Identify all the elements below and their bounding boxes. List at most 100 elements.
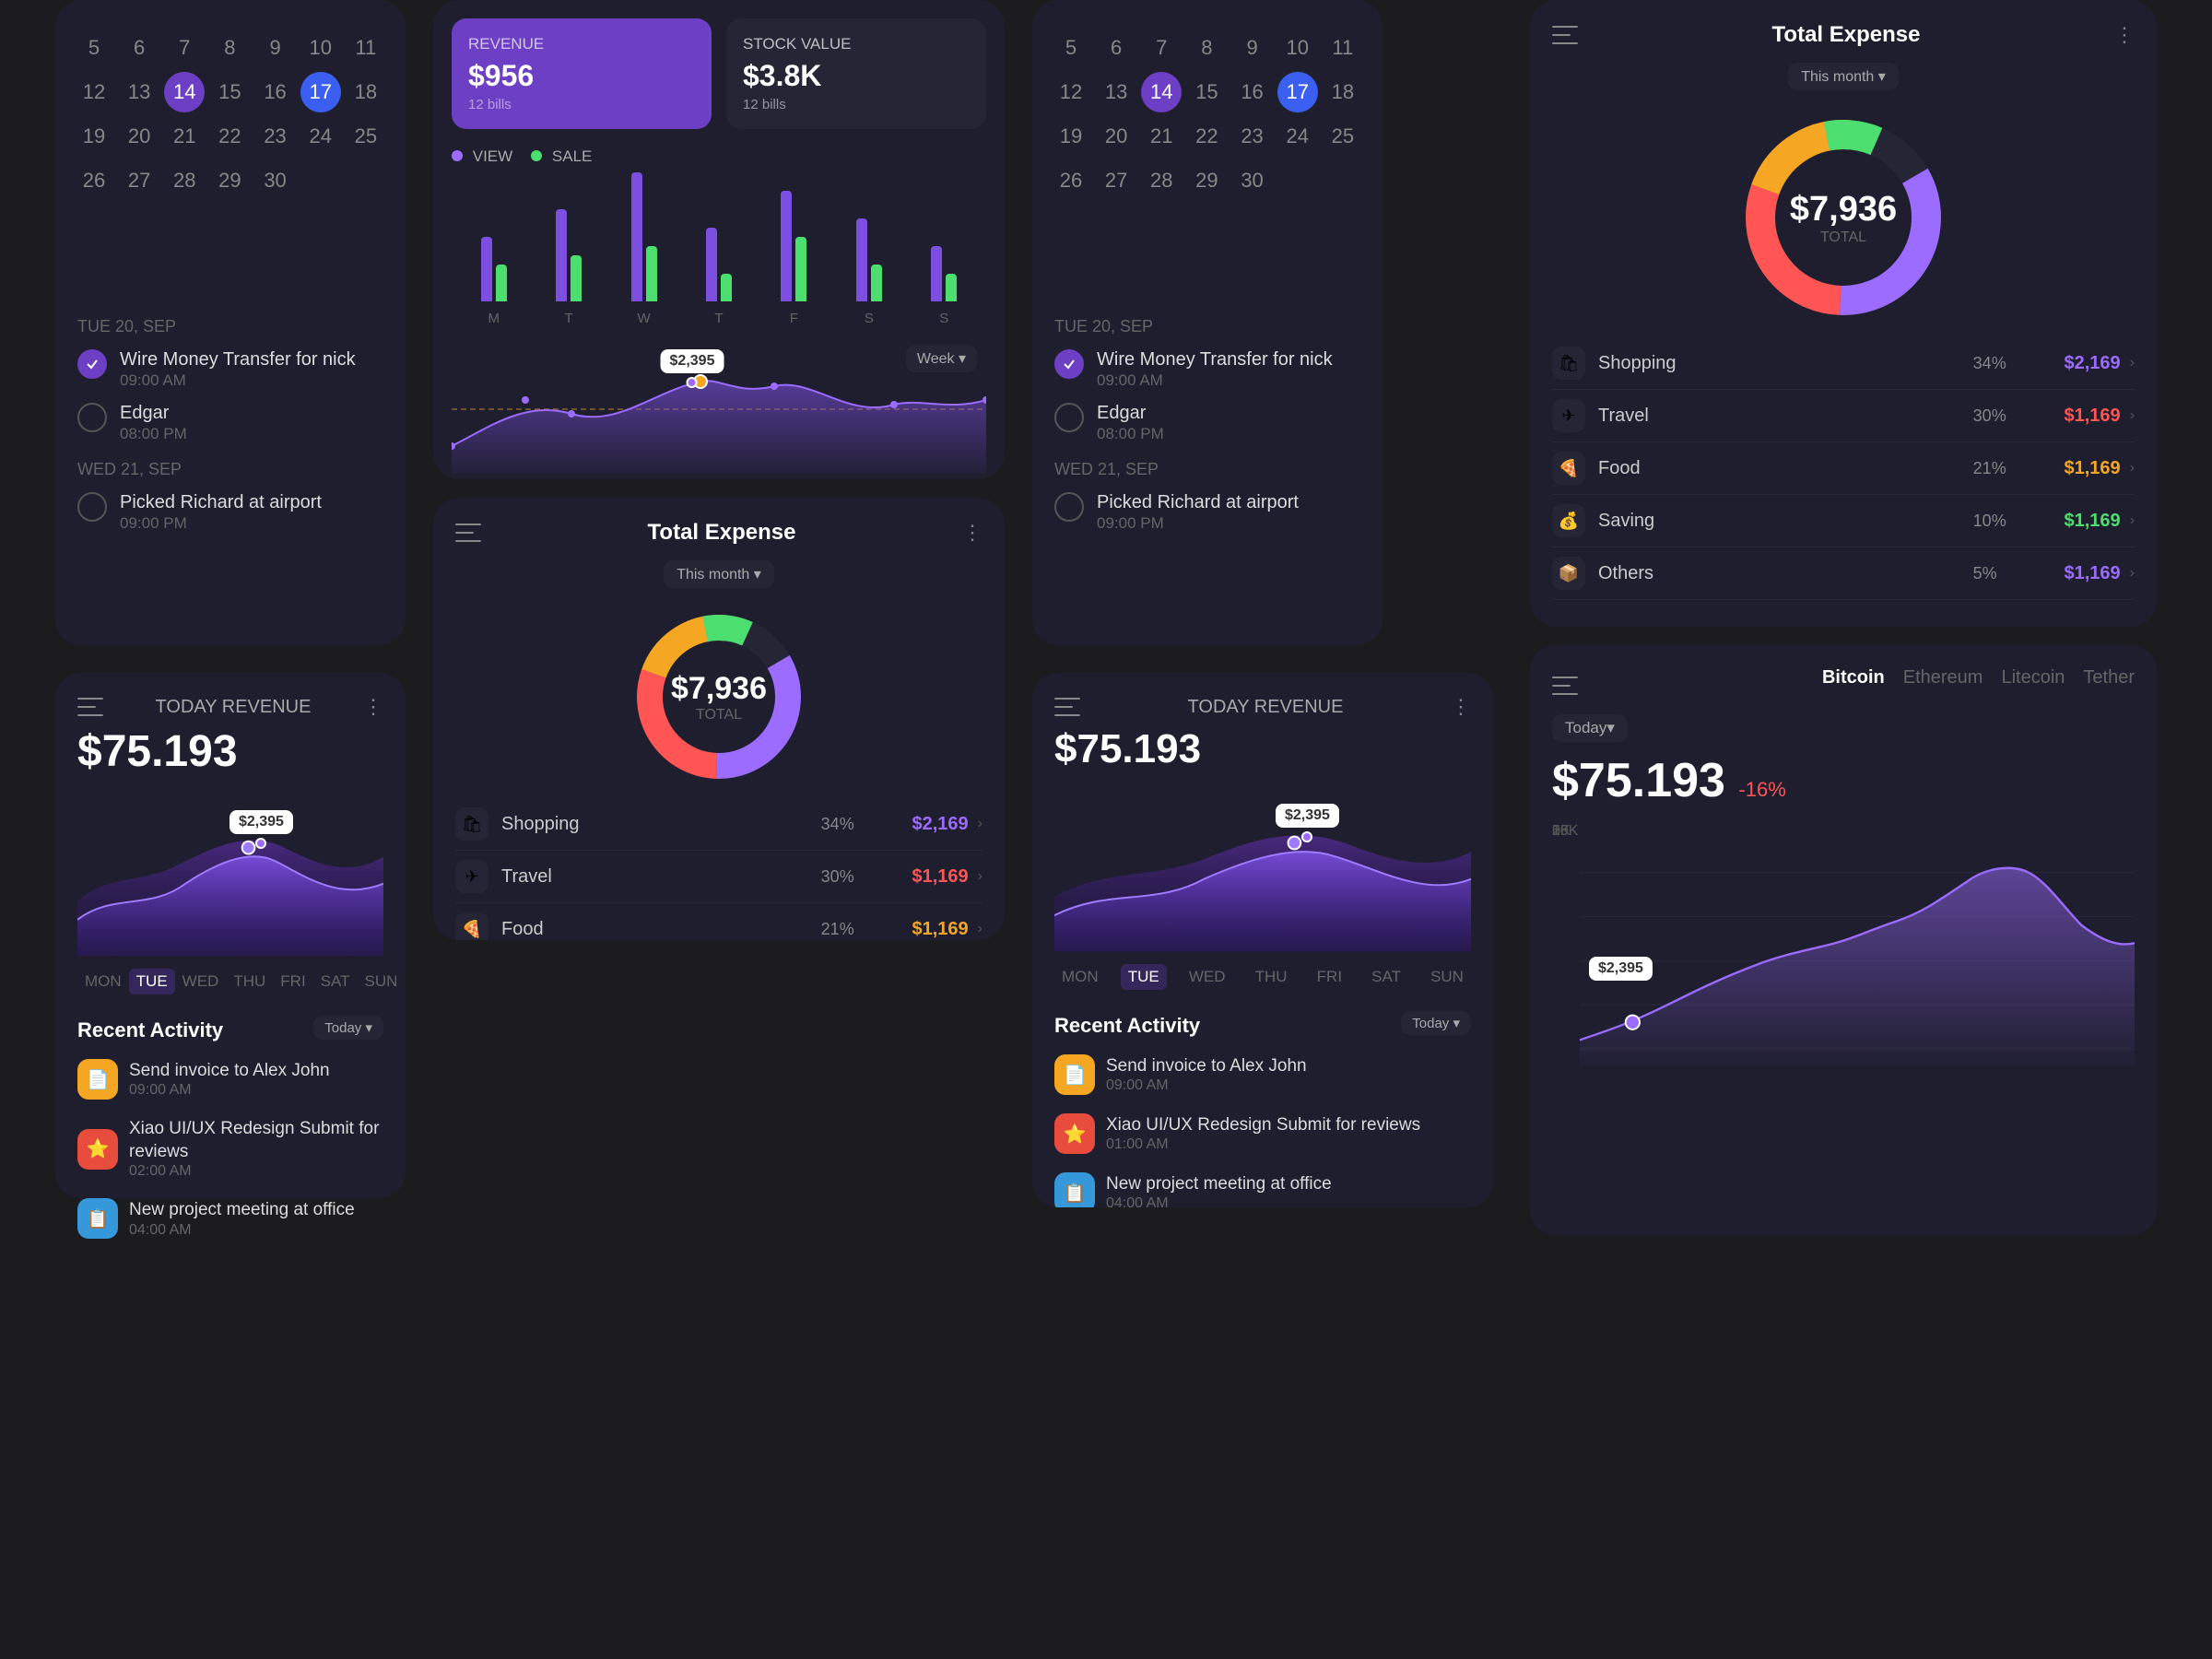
cal-day[interactable]: 23 [255, 116, 296, 157]
cal-day[interactable]: 16 [1232, 72, 1273, 112]
day-tab-fri-2[interactable]: FRI [1310, 964, 1349, 990]
cal-day[interactable]: 6 [1096, 28, 1136, 68]
cal-day[interactable]: 24 [300, 116, 341, 157]
period-badge-right[interactable]: This month ▾ [1788, 63, 1899, 90]
tab-ethereum[interactable]: Ethereum [1903, 667, 1983, 688]
cal-day[interactable]: 13 [119, 72, 159, 112]
day-tab-tue[interactable]: TUE [129, 969, 175, 994]
today-badge[interactable]: Today ▾ [313, 1016, 383, 1040]
cal-day[interactable]: 30 [255, 160, 296, 201]
cal-day[interactable]: 13 [1096, 72, 1136, 112]
bar-label: M [488, 311, 500, 326]
expense-row-travel[interactable]: ✈ Travel 30% $1,169 › [455, 851, 982, 903]
more-options-icon[interactable]: ⋮ [363, 695, 383, 719]
cal-day[interactable]: 20 [119, 116, 159, 157]
category-name-r: Saving [1598, 511, 1973, 532]
week-badge[interactable]: Week ▾ [906, 345, 977, 372]
cal-day[interactable]: 22 [1186, 116, 1227, 157]
cal-day[interactable]: 10 [1277, 28, 1318, 68]
schedule-date-1-2: TUE 20, SEP [1054, 317, 1360, 336]
day-tab-tue-2[interactable]: TUE [1121, 964, 1167, 990]
cal-day[interactable]: 10 [300, 28, 341, 68]
cal-day[interactable]: 20 [1096, 116, 1136, 157]
menu-icon-3[interactable] [1552, 26, 1578, 44]
expense-row-food-r[interactable]: 🍕 Food 21% $1,169 › [1552, 442, 2135, 495]
tab-litecoin[interactable]: Litecoin [2001, 667, 2065, 688]
expense-row-food[interactable]: 🍕 Food 21% $1,169 › [455, 903, 982, 940]
cal-day[interactable]: 21 [1141, 116, 1182, 157]
cal-day[interactable]: 24 [1277, 116, 1318, 157]
day-tab-mon-2[interactable]: MON [1054, 964, 1106, 990]
cal-day-17[interactable]: 17 [1277, 72, 1318, 112]
cal-day[interactable]: 15 [1186, 72, 1227, 112]
day-tab-wed[interactable]: WED [175, 969, 227, 994]
cal-day[interactable]: 5 [74, 28, 114, 68]
more-options-icon[interactable]: ⋮ [962, 521, 982, 545]
cal-day[interactable]: 9 [1232, 28, 1273, 68]
cal-day[interactable]: 15 [209, 72, 250, 112]
cal-day[interactable]: 21 [164, 116, 205, 157]
tab-tether[interactable]: Tether [2083, 667, 2135, 688]
cal-day[interactable]: 7 [164, 28, 205, 68]
cal-day[interactable]: 29 [209, 160, 250, 201]
cal-day[interactable]: 8 [1186, 28, 1227, 68]
cal-day[interactable]: 25 [1323, 116, 1363, 157]
day-tab-wed-2[interactable]: WED [1182, 964, 1233, 990]
cal-day-14[interactable]: 14 [1141, 72, 1182, 112]
cal-day[interactable]: 12 [74, 72, 114, 112]
cal-day[interactable]: 18 [1323, 72, 1363, 112]
day-tab-sun[interactable]: SUN [358, 969, 406, 994]
day-tab-mon[interactable]: MON [77, 969, 129, 994]
expense-row-travel-r[interactable]: ✈ Travel 30% $1,169 › [1552, 390, 2135, 442]
expense-row-others-r[interactable]: 📦 Others 5% $1,169 › [1552, 547, 2135, 600]
cal-day[interactable]: 18 [346, 72, 386, 112]
cal-day[interactable]: 28 [1141, 160, 1182, 201]
cal-day[interactable]: 11 [1323, 28, 1363, 68]
menu-icon-2[interactable] [1054, 698, 1080, 716]
day-tab-sat-2[interactable]: SAT [1364, 964, 1408, 990]
day-tab-fri[interactable]: FRI [273, 969, 312, 994]
cal-day-17[interactable]: 17 [300, 72, 341, 112]
tab-bitcoin[interactable]: Bitcoin [1822, 667, 1885, 688]
cal-day[interactable]: 6 [119, 28, 159, 68]
cal-day[interactable]: 8 [209, 28, 250, 68]
menu-icon-bitcoin[interactable] [1552, 677, 1578, 695]
menu-icon[interactable] [77, 698, 103, 716]
bar-sale [795, 237, 806, 301]
expense-row-saving-r[interactable]: 💰 Saving 10% $1,169 › [1552, 495, 2135, 547]
cal-day[interactable]: 7 [1141, 28, 1182, 68]
cal-day[interactable]: 19 [74, 116, 114, 157]
cal-day[interactable]: 28 [164, 160, 205, 201]
cal-day[interactable]: 23 [1232, 116, 1273, 157]
day-tab-sun-2[interactable]: SUN [1423, 964, 1471, 990]
cal-day[interactable]: 29 [1186, 160, 1227, 201]
cal-day[interactable]: 16 [255, 72, 296, 112]
cal-day[interactable]: 9 [255, 28, 296, 68]
cal-day-14[interactable]: 14 [164, 72, 205, 112]
menu-icon[interactable] [455, 524, 481, 542]
cal-day[interactable]: 5 [1051, 28, 1091, 68]
expense-row-shopping[interactable]: 🛍 Shopping 34% $2,169 › [455, 798, 982, 851]
cal-day[interactable]: 11 [346, 28, 386, 68]
more-options-icon-2[interactable]: ⋮ [1451, 695, 1471, 719]
bitcoin-period-badge[interactable]: Today ▾ [1552, 714, 1628, 742]
period-badge[interactable]: This month ▾ [664, 560, 774, 588]
schedule-item-2-2: Edgar 08:00 PM [1054, 401, 1360, 443]
activity-text-2-1: Send invoice to Alex John [1106, 1055, 1307, 1078]
cal-day[interactable]: 22 [209, 116, 250, 157]
cal-day[interactable]: 27 [119, 160, 159, 201]
more-options-icon-3[interactable]: ⋮ [2114, 23, 2135, 47]
day-tab-thu[interactable]: THU [226, 969, 273, 994]
day-tab-sat[interactable]: SAT [313, 969, 358, 994]
cal-day[interactable]: 27 [1096, 160, 1136, 201]
cal-day[interactable]: 25 [346, 116, 386, 157]
expense-row-shopping-r[interactable]: 🛍 Shopping 34% $2,169 › [1552, 337, 2135, 390]
cal-day[interactable]: 26 [1051, 160, 1091, 201]
cal-day[interactable]: 30 [1232, 160, 1273, 201]
day-tab-thu-2[interactable]: THU [1248, 964, 1295, 990]
activity-icon-star: ⭐ [77, 1129, 118, 1170]
cal-day[interactable]: 19 [1051, 116, 1091, 157]
today-badge-2[interactable]: Today ▾ [1401, 1011, 1471, 1035]
cal-day[interactable]: 26 [74, 160, 114, 201]
cal-day[interactable]: 12 [1051, 72, 1091, 112]
